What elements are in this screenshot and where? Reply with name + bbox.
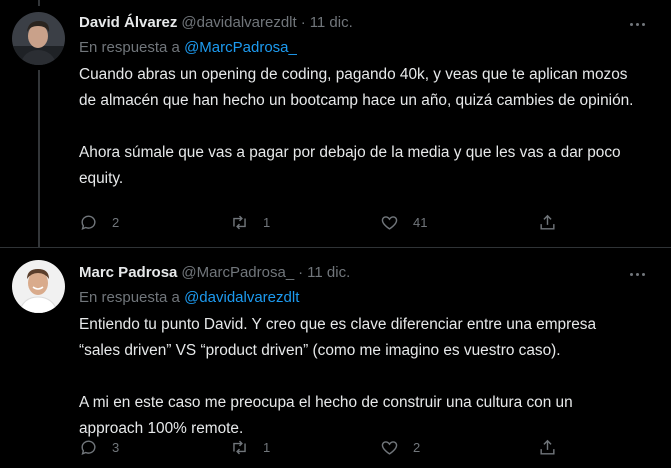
- reply-icon: [81, 440, 96, 455]
- tweet-marc[interactable]: Marc Padrosa @MarcPadrosa_ · 11 dic. En …: [0, 247, 671, 468]
- user-handle[interactable]: @davidalvarezdlt: [181, 14, 296, 31]
- retweet-count: 1: [263, 439, 271, 455]
- avatar[interactable]: [12, 12, 65, 65]
- retweet-button[interactable]: 1: [230, 210, 270, 234]
- like-count: 2: [413, 439, 421, 455]
- tweet-text: Cuando abras un opening de coding, pagan…: [79, 62, 639, 192]
- thread-line-top: [38, 0, 40, 6]
- reply-button[interactable]: 2: [79, 210, 119, 234]
- share-button[interactable]: [538, 435, 557, 459]
- retweet-icon: [233, 215, 246, 229]
- like-button[interactable]: 41: [380, 210, 427, 234]
- heart-icon: [381, 440, 398, 455]
- thread-line-bottom: [38, 70, 40, 247]
- tweet-text: Entiendo tu punto David. Y creo que es c…: [79, 312, 639, 442]
- tweet-paragraph: Ahora súmale que vas a pagar por debajo …: [79, 144, 621, 187]
- tweet-date[interactable]: 11 dic.: [307, 264, 350, 281]
- tweet-actions: 3 1 2: [79, 435, 559, 459]
- tweet-date[interactable]: 11 dic.: [310, 14, 353, 31]
- reply-prefix: En respuesta a: [79, 289, 180, 306]
- avatar[interactable]: [12, 260, 65, 313]
- user-handle[interactable]: @MarcPadrosa_: [181, 264, 294, 281]
- separator-dot: ·: [300, 13, 306, 31]
- display-name[interactable]: David Álvarez: [79, 14, 177, 31]
- reply-button[interactable]: 3: [79, 435, 119, 459]
- share-button[interactable]: [538, 210, 557, 234]
- more-icon[interactable]: [625, 264, 649, 284]
- share-icon: [540, 214, 555, 230]
- reply-context: En respuesta a @davidalvarezdlt: [79, 289, 299, 306]
- reply-count: 2: [112, 214, 120, 230]
- reply-context: En respuesta a @MarcPadrosa_: [79, 39, 297, 56]
- like-button[interactable]: 2: [380, 435, 420, 459]
- share-icon: [540, 439, 555, 455]
- reply-mention-link[interactable]: @davidalvarezdlt: [184, 289, 299, 306]
- tweet-header: David Álvarez @davidalvarezdlt · 11 dic.: [79, 12, 353, 32]
- reply-prefix: En respuesta a: [79, 39, 180, 56]
- tweet-actions: 2 1 41: [79, 210, 559, 234]
- more-icon[interactable]: [625, 14, 649, 34]
- tweet-david[interactable]: David Álvarez @davidalvarezdlt · 11 dic.…: [0, 0, 671, 247]
- retweet-icon: [233, 440, 246, 454]
- reply-mention-link[interactable]: @MarcPadrosa_: [184, 39, 297, 56]
- reply-count: 3: [112, 439, 120, 455]
- reply-icon: [81, 215, 96, 230]
- tweet-header: Marc Padrosa @MarcPadrosa_ · 11 dic.: [79, 262, 350, 282]
- separator-dot: ·: [298, 263, 304, 281]
- tweet-paragraph: Cuando abras un opening de coding, pagan…: [79, 66, 634, 109]
- tweet-paragraph: Entiendo tu punto David. Y creo que es c…: [79, 316, 597, 359]
- display-name[interactable]: Marc Padrosa: [79, 264, 177, 281]
- heart-icon: [381, 215, 398, 230]
- retweet-count: 1: [263, 214, 271, 230]
- like-count: 41: [413, 214, 428, 230]
- retweet-button[interactable]: 1: [230, 435, 270, 459]
